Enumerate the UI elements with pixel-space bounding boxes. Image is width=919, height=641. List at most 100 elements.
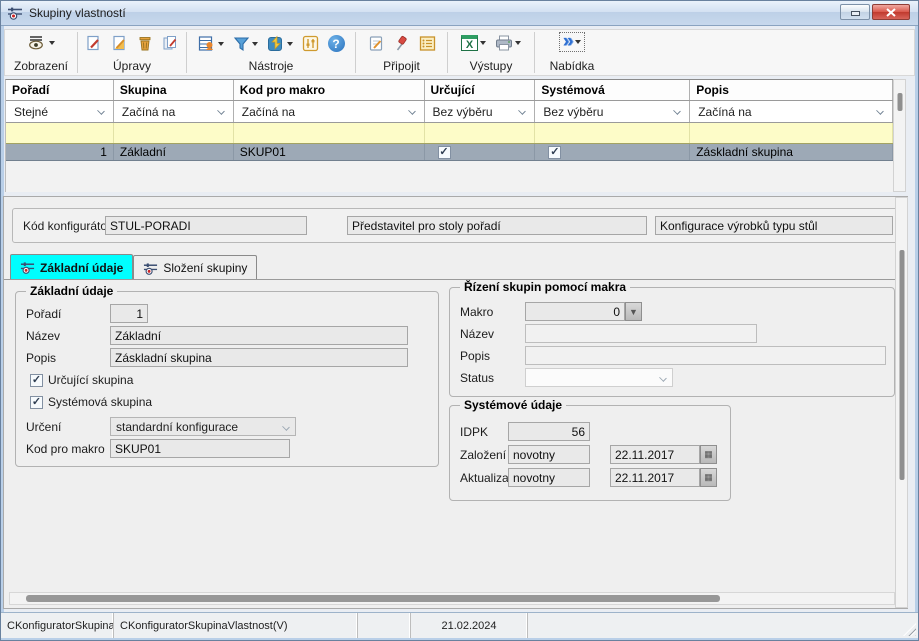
chevron-down-icon	[673, 107, 681, 115]
toolbar-group-label: Připojit	[383, 59, 420, 74]
filter-funnel-icon	[233, 36, 250, 52]
attach-note-button[interactable]	[365, 33, 388, 54]
record-list-icon	[198, 35, 216, 52]
scrollbar-thumb[interactable]	[26, 595, 720, 602]
scrollbar-thumb[interactable]	[899, 250, 904, 480]
checkbox-checked-icon: ✓	[548, 146, 561, 159]
makro-nazev-label: Název	[460, 327, 494, 341]
aktualizace-date-field[interactable]: 22.11.2017	[610, 468, 700, 487]
makro-lookup-button[interactable]: ▼	[625, 302, 642, 321]
filter-input[interactable]	[6, 123, 114, 143]
filter-operator-select[interactable]: Začíná na	[690, 101, 893, 122]
filter-input[interactable]	[535, 123, 690, 143]
urcujici-skupina-checkbox[interactable]: ✓ Určující skupina	[30, 373, 133, 387]
tab-slozeni-skupiny[interactable]: Složení skupiny	[133, 255, 257, 280]
konfigurator-popis-field[interactable]: Konfigurace výrobků typu stůl	[655, 216, 893, 235]
popis-field[interactable]: Záskladní skupina	[110, 348, 408, 367]
zalozeni-user-field[interactable]: novotny	[508, 445, 590, 464]
help-button[interactable]: ?	[325, 33, 348, 54]
status-class-name: CKonfiguratorSkupinaVla	[1, 613, 114, 638]
filter-input[interactable]	[690, 123, 893, 143]
aktualizace-calendar-button[interactable]: ▦	[700, 468, 717, 487]
filter-operator-select[interactable]: Stejné	[6, 101, 114, 122]
tab-icon	[143, 261, 158, 276]
records-button[interactable]	[195, 33, 227, 54]
nazev-field[interactable]: Základní	[110, 326, 408, 345]
groupbox-title: Základní údaje	[26, 284, 117, 298]
filter-operator-select[interactable]: Bez výběru	[535, 101, 690, 122]
kod-konfiguratoru-field[interactable]: STUL-PORADI	[105, 216, 307, 235]
edit-document-icon	[111, 35, 128, 52]
horizontal-scrollbar[interactable]	[9, 592, 895, 605]
filter-operator-select[interactable]: Začíná na	[234, 101, 425, 122]
delete-record-button[interactable]	[134, 33, 156, 54]
pin-button[interactable]	[391, 33, 413, 54]
actions-button[interactable]	[264, 33, 296, 54]
tab-icon	[20, 260, 35, 275]
aktualizace-user-field[interactable]: novotny	[508, 468, 590, 487]
toolbar: Zobrazení	[4, 29, 915, 76]
sliders-icon	[302, 35, 319, 52]
column-header-popis[interactable]: Popis	[690, 80, 893, 100]
column-header-kod-pro-makro[interactable]: Kod pro makro	[234, 80, 425, 100]
new-document-icon	[85, 35, 102, 52]
filter-input[interactable]	[234, 123, 425, 143]
scrollbar-thumb[interactable]	[897, 93, 902, 111]
poradi-field[interactable]: 1	[110, 304, 148, 323]
kod-pro-makro-field[interactable]: SKUP01	[110, 439, 290, 458]
table-row-selected[interactable]: 1 Základní SKUP01 ✓ ✓ Záskladní skupina	[6, 144, 893, 161]
tab-zakladni-udaje[interactable]: Základní údaje	[10, 254, 133, 280]
column-header-systemova[interactable]: Systémová	[535, 80, 690, 100]
grid-vertical-scrollbar[interactable]	[893, 79, 906, 192]
zalozeni-calendar-button[interactable]: ▦	[700, 445, 717, 464]
copy-record-button[interactable]	[159, 33, 182, 54]
makro-nazev-field[interactable]	[525, 324, 757, 343]
dropdown-caret-icon	[49, 41, 55, 45]
filter-operator-select[interactable]: Začíná na	[114, 101, 234, 122]
minimize-button[interactable]	[840, 4, 870, 20]
idpk-field[interactable]: 56	[508, 422, 590, 441]
kod-konfiguratoru-label: Kód konfigurátoru	[23, 219, 118, 233]
groupbox-rizeni-makra: Řízení skupin pomocí makra Makro 0 ▼ Náz…	[449, 287, 895, 397]
window-title: Skupiny vlastností	[29, 6, 126, 20]
menu-button[interactable]: »	[560, 33, 585, 51]
filter-input[interactable]	[425, 123, 536, 143]
settings-button[interactable]	[299, 33, 322, 54]
spin-icon: ▼	[629, 307, 638, 317]
view-button[interactable]	[25, 33, 58, 53]
printer-icon	[495, 35, 513, 51]
status-dropdown[interactable]	[525, 368, 673, 387]
close-button[interactable]	[872, 4, 910, 20]
filter-operator-select[interactable]: Bez výběru	[425, 101, 536, 122]
zalozeni-date-field[interactable]: 22.11.2017	[610, 445, 700, 464]
panel-vertical-scrollbar[interactable]	[895, 197, 908, 608]
cell-kod: SKUP01	[234, 144, 425, 160]
status-bar: CKonfiguratorSkupinaVla CKonfiguratorSku…	[1, 612, 918, 638]
copy-document-icon	[162, 35, 179, 52]
column-header-poradi[interactable]: Pořadí	[6, 80, 114, 100]
edit-record-button[interactable]	[108, 33, 131, 54]
run-action-icon	[267, 35, 285, 52]
makro-field[interactable]: 0	[525, 302, 625, 321]
checkbox-checked-icon: ✓	[438, 146, 451, 159]
filter-button[interactable]	[230, 34, 261, 54]
pushpin-icon	[394, 35, 410, 52]
urceni-dropdown[interactable]: standardní konfigurace	[110, 417, 296, 436]
poradi-label: Pořadí	[26, 307, 61, 321]
makro-popis-field[interactable]	[525, 346, 886, 365]
titlebar[interactable]: Skupiny vlastností	[1, 1, 918, 26]
column-header-skupina[interactable]: Skupina	[114, 80, 234, 100]
makro-popis-label: Popis	[460, 349, 490, 363]
print-button[interactable]	[492, 33, 524, 53]
detail-tabs: Základní údaje Složení skupiny	[10, 254, 257, 280]
systemova-skupina-checkbox[interactable]: ✓ Systémová skupina	[30, 395, 152, 409]
new-record-button[interactable]	[82, 33, 105, 54]
grid-filter-input-row	[6, 123, 893, 144]
app-icon	[7, 5, 23, 21]
toolbar-group-label: Výstupy	[470, 59, 513, 74]
export-excel-button[interactable]: X	[458, 33, 489, 53]
detail-list-button[interactable]	[416, 33, 439, 54]
filter-input[interactable]	[114, 123, 234, 143]
konfigurator-nazev-field[interactable]: Představitel pro stoly pořadí	[347, 216, 647, 235]
column-header-urcujici[interactable]: Určující	[425, 80, 536, 100]
